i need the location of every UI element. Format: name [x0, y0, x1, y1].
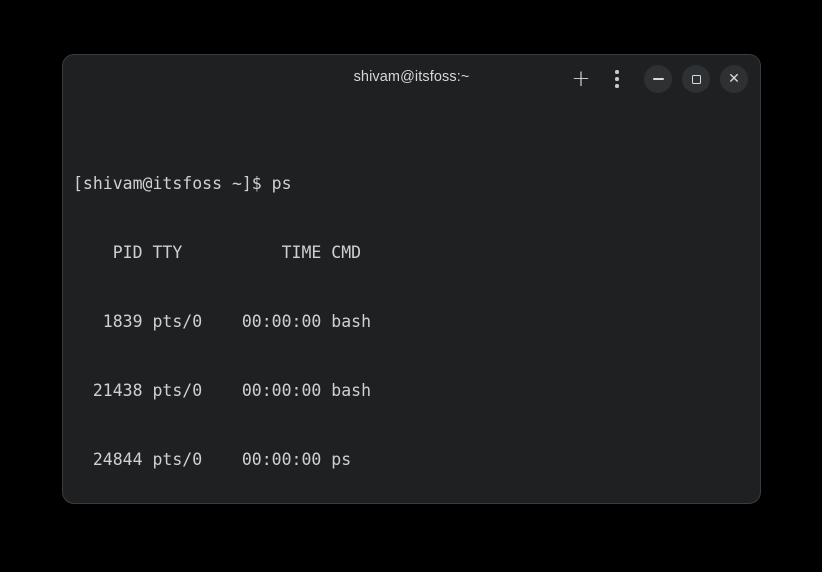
terminal-line: PID TTY TIME CMD: [73, 241, 760, 264]
titlebar-controls: + ✕: [564, 55, 748, 103]
close-button[interactable]: ✕: [720, 65, 748, 93]
maximize-button[interactable]: [682, 65, 710, 93]
plus-icon: +: [571, 68, 590, 91]
terminal-window: shivam@itsfoss:~ + ✕: [62, 54, 761, 504]
kebab-menu-icon: [615, 70, 619, 88]
maximize-icon: [692, 75, 701, 84]
menu-button[interactable]: [600, 62, 634, 96]
terminal-line: 1839 pts/0 00:00:00 bash: [73, 310, 760, 333]
terminal-line: [shivam@itsfoss ~]$ ps: [73, 172, 760, 195]
desktop-background: shivam@itsfoss:~ + ✕: [0, 0, 822, 572]
new-tab-button[interactable]: +: [564, 62, 598, 96]
terminal-line: 21438 pts/0 00:00:00 bash: [73, 379, 760, 402]
close-icon: ✕: [728, 72, 740, 86]
terminal-line: 24844 pts/0 00:00:00 ps: [73, 448, 760, 471]
minimize-icon: [653, 78, 664, 80]
minimize-button[interactable]: [644, 65, 672, 93]
terminal-titlebar[interactable]: shivam@itsfoss:~ + ✕: [63, 55, 760, 103]
terminal-output-area[interactable]: [shivam@itsfoss ~]$ ps PID TTY TIME CMD …: [63, 103, 760, 504]
